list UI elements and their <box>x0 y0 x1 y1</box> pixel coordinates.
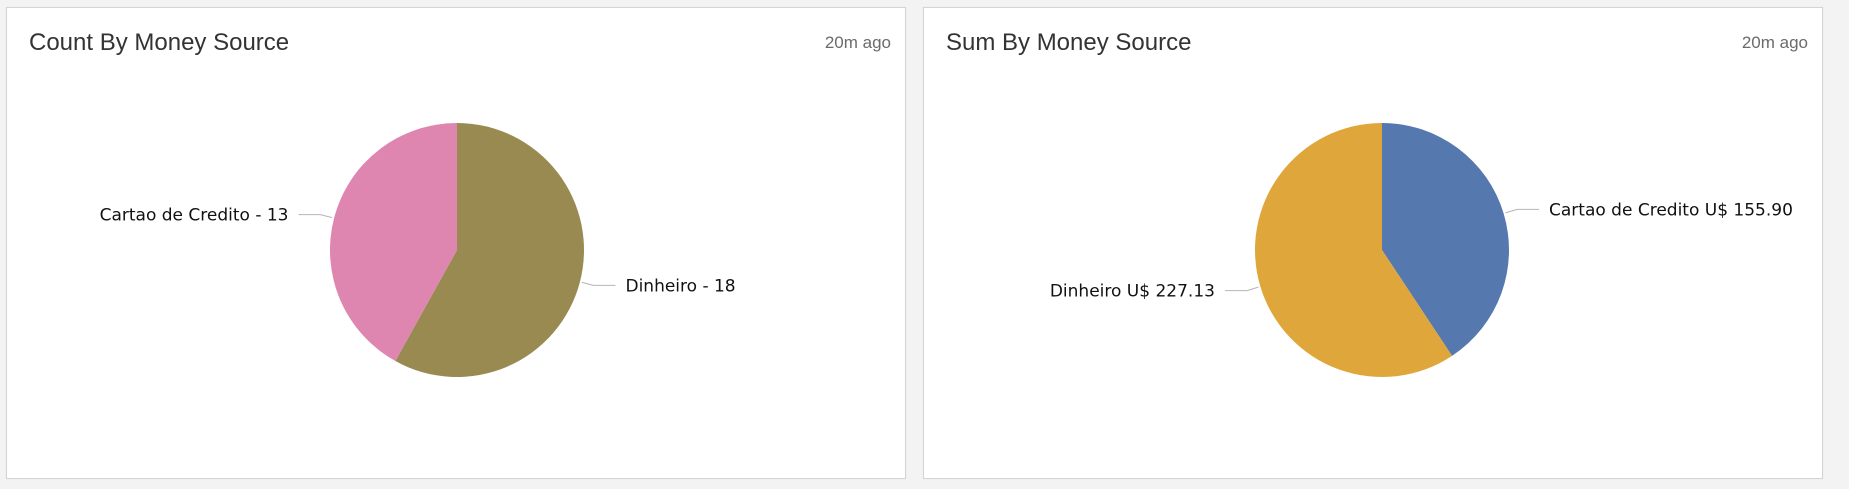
slice-label: Dinheiro U$ 227.13 <box>1050 282 1215 302</box>
slice-label: Cartao de Credito U$ 155.90 <box>1549 200 1793 220</box>
label-connector <box>1224 286 1259 292</box>
label-connector <box>298 214 333 219</box>
count-by-money-source-panel: Count By Money Source 20m ago Dinheiro -… <box>6 7 906 479</box>
slice-label: Dinheiro - 18 <box>625 276 735 296</box>
label-connector <box>581 281 616 286</box>
slice-label: Cartao de Credito - 13 <box>100 206 289 226</box>
count-pie-chart: Dinheiro - 18 Cartao de Credito - 13 <box>100 123 736 377</box>
sum-pie-chart: Cartao de Credito U$ 155.90 Dinheiro U$ 2… <box>1050 123 1793 378</box>
label-connector <box>1505 208 1540 214</box>
sum-by-money-source-panel: Sum By Money Source 20m ago Cartao de Cr… <box>923 7 1823 479</box>
